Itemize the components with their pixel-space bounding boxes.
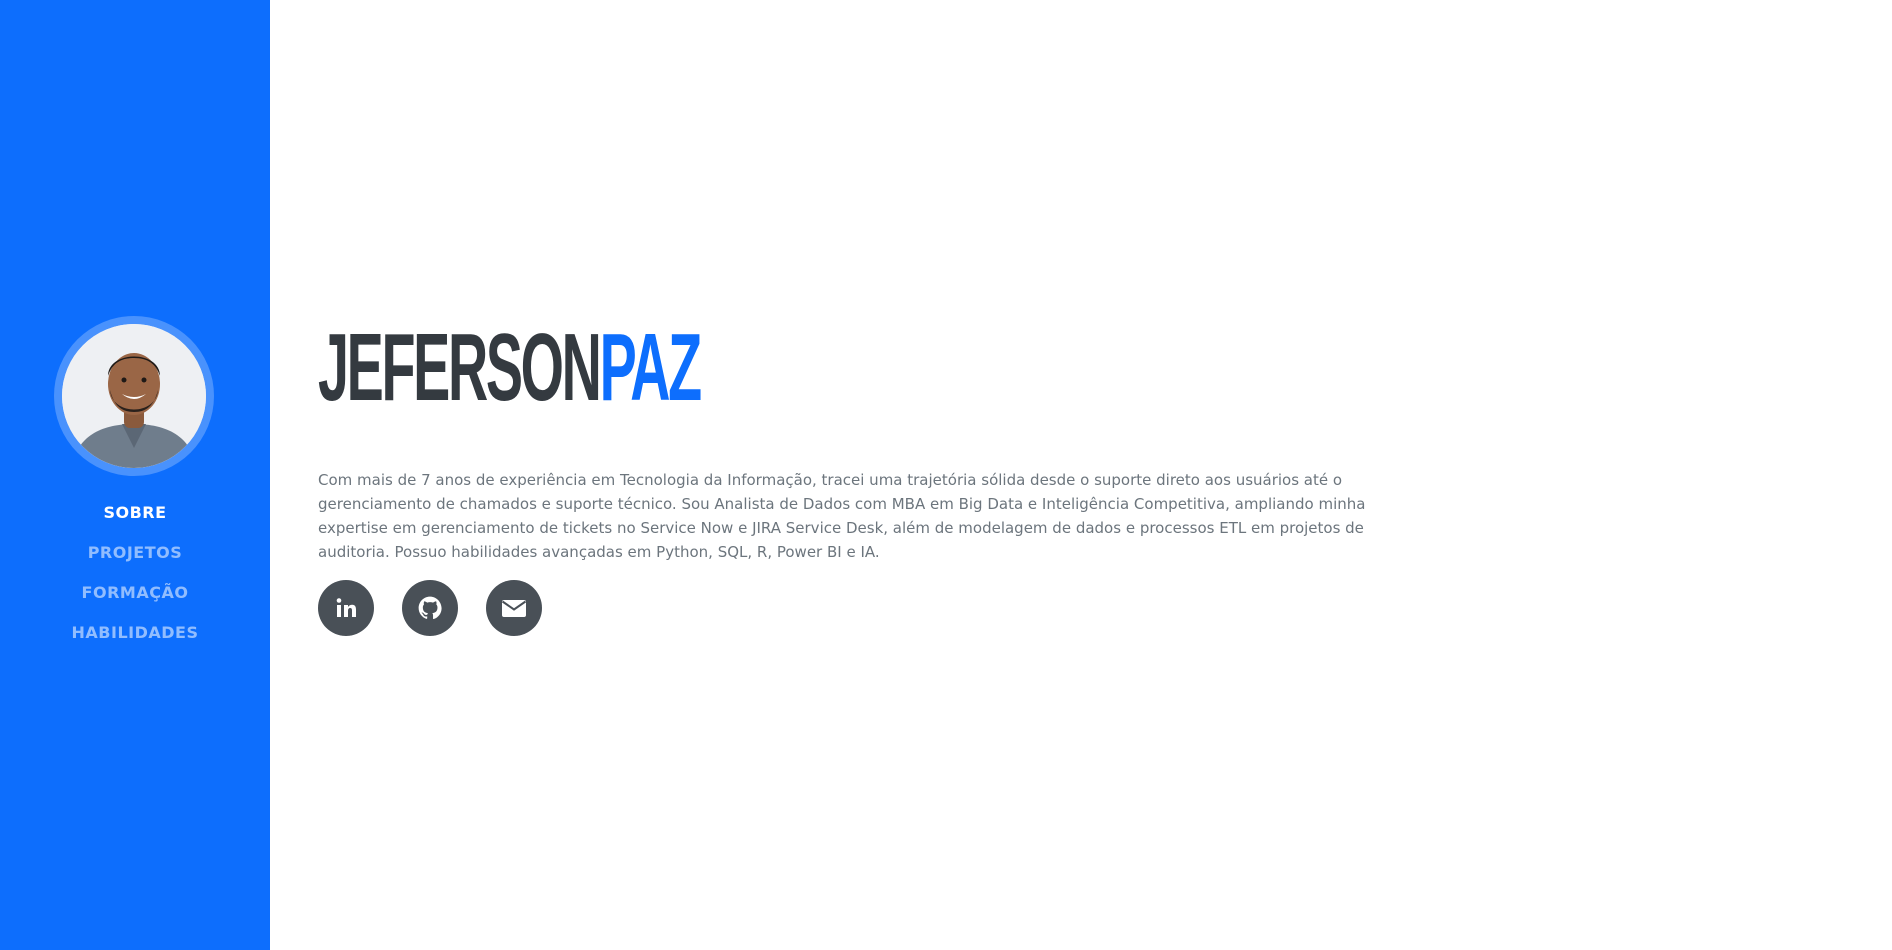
nav-item-sobre: SOBRE <box>0 498 270 538</box>
sidebar: SOBRE PROJETOS FORMAÇÃO HABILIDADES <box>0 0 270 950</box>
github-icon <box>417 595 443 621</box>
bio-text: Com mais de 7 anos de experiência em Tec… <box>318 471 1366 561</box>
page-title: JEFERSONPAZ <box>318 318 702 418</box>
nav-link-sobre[interactable]: SOBRE <box>103 503 166 522</box>
linkedin-button[interactable] <box>318 580 374 636</box>
github-button[interactable] <box>402 580 458 636</box>
page: SOBRE PROJETOS FORMAÇÃO HABILIDADES JEFE… <box>0 0 1892 950</box>
email-button[interactable] <box>486 580 542 636</box>
nav-item-formacao: FORMAÇÃO <box>0 578 270 618</box>
last-name: PAZ <box>599 314 703 421</box>
nav-link-formacao[interactable]: FORMAÇÃO <box>82 583 189 602</box>
nav-item-projetos: PROJETOS <box>0 538 270 578</box>
social-links <box>318 580 542 636</box>
profile-photo <box>62 324 206 468</box>
nav-item-habilidades: HABILIDADES <box>0 618 270 658</box>
linkedin-icon <box>334 596 358 620</box>
first-name: JEFERSON <box>318 314 602 421</box>
avatar <box>54 316 214 476</box>
sidebar-nav: SOBRE PROJETOS FORMAÇÃO HABILIDADES <box>0 498 270 658</box>
envelope-icon <box>501 597 527 619</box>
nav-link-projetos[interactable]: PROJETOS <box>88 543 183 562</box>
nav-link-habilidades[interactable]: HABILIDADES <box>72 623 199 642</box>
